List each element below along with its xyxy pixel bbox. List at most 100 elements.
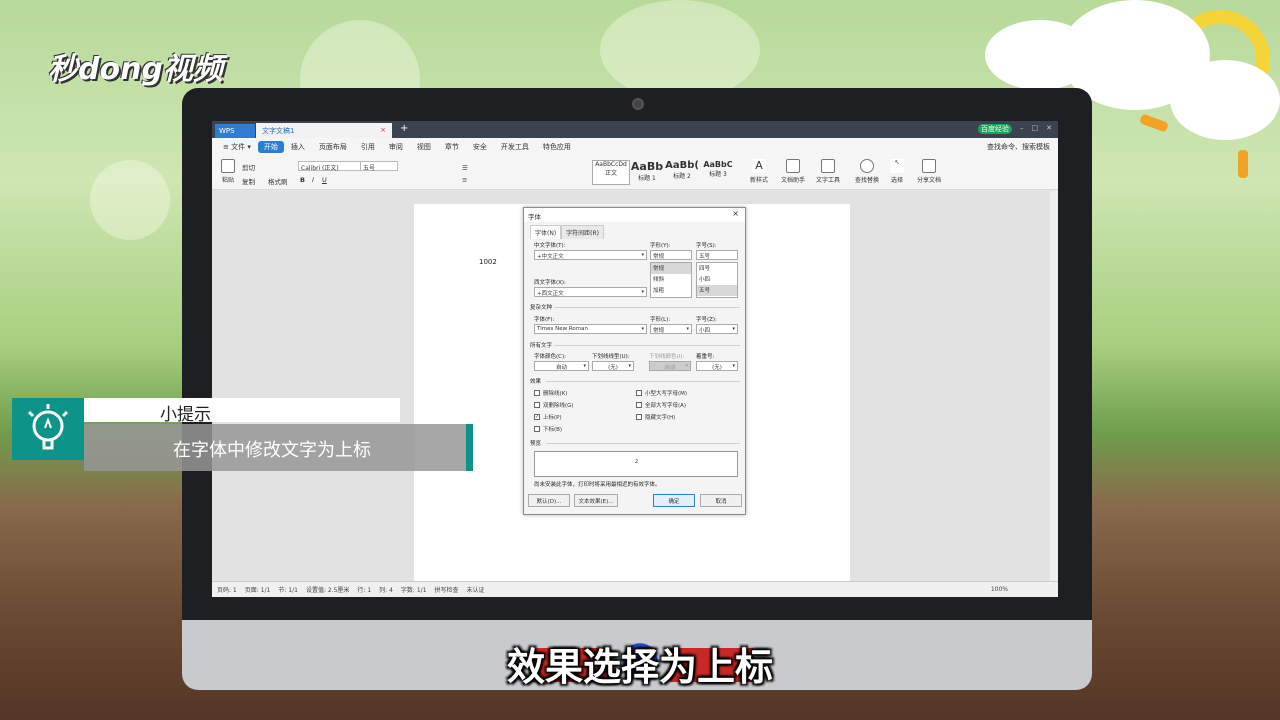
format-painter-button[interactable]: 格式刷 bbox=[268, 176, 288, 186]
italic-button[interactable]: I bbox=[312, 176, 314, 184]
menu-item-review[interactable]: 审阅 bbox=[382, 142, 410, 152]
all-text-section-title: 所有文字 bbox=[530, 343, 553, 349]
checkbox-box bbox=[636, 414, 642, 420]
list-item[interactable]: 小四 bbox=[697, 274, 737, 285]
chevron-down-icon: ▾ bbox=[641, 289, 644, 295]
text-effects-button[interactable]: 文本效果(E)... bbox=[574, 494, 618, 507]
menu-item-view[interactable]: 视图 bbox=[410, 142, 438, 152]
list-item[interactable]: 倾斜 bbox=[651, 274, 691, 285]
checkbox-superscript[interactable]: ✓ 上标(P) bbox=[534, 413, 562, 421]
default-button[interactable]: 默认(D)... bbox=[528, 494, 570, 507]
checkbox-label: 小型大写字母(M) bbox=[645, 391, 688, 397]
underline-button[interactable]: U bbox=[322, 176, 327, 184]
west-font-select[interactable]: +西文正文 ▾ bbox=[534, 287, 647, 297]
select-button[interactable]: ↖ 选择 bbox=[886, 159, 908, 184]
new-style-icon: A bbox=[752, 159, 766, 173]
list-item[interactable]: 加粗 bbox=[651, 285, 691, 296]
close-window-icon[interactable]: ✕ bbox=[1046, 124, 1052, 134]
status-spellcheck[interactable]: 拼写检查 bbox=[435, 585, 459, 594]
checkbox-box bbox=[636, 390, 642, 396]
menu-item-chapter[interactable]: 章节 bbox=[438, 142, 466, 152]
tab-document-label: 文字文稿1 bbox=[262, 127, 295, 135]
menu-item-insert[interactable]: 插入 bbox=[284, 142, 312, 152]
checkbox-label: 全部大写字母(A) bbox=[645, 403, 687, 409]
list-icon[interactable]: ☰ bbox=[462, 164, 468, 172]
emphasis-label: 着重号: bbox=[696, 354, 715, 360]
tab-document[interactable]: 文字文稿1 × bbox=[256, 123, 392, 138]
checkbox-subscript[interactable]: 下标(B) bbox=[534, 425, 562, 433]
style-label: 标题 1 bbox=[638, 175, 656, 182]
tab-char-spacing[interactable]: 字符间距(R) bbox=[561, 225, 605, 239]
style-normal[interactable]: AaBbCcDd 正文 bbox=[592, 160, 630, 185]
copy-button[interactable]: 复制 bbox=[242, 176, 255, 186]
size-list[interactable]: 四号 小四 五号 bbox=[696, 262, 738, 298]
list-item[interactable]: 五号 bbox=[697, 285, 737, 296]
style-heading2[interactable]: AaBb(标题 2 bbox=[664, 160, 700, 185]
menu-item-file[interactable]: ≡ 文件 ▾ bbox=[216, 142, 258, 152]
document-text[interactable]: 1002 bbox=[479, 258, 497, 266]
color-select[interactable]: 自动 ▾ bbox=[534, 361, 589, 371]
menu-item-layout[interactable]: 页面布局 bbox=[312, 142, 354, 152]
status-certification[interactable]: 未认证 bbox=[467, 585, 485, 594]
find-replace-button[interactable]: 查找替换 bbox=[852, 159, 882, 184]
status-words[interactable]: 字数: 1/1 bbox=[401, 585, 427, 594]
font-size-select[interactable]: 五号 bbox=[360, 161, 398, 172]
style-heading1[interactable]: AaBb 标题 1 bbox=[630, 160, 664, 185]
cut-button[interactable]: 剪切 bbox=[242, 162, 255, 172]
size-input[interactable]: 五号 bbox=[696, 250, 738, 260]
new-style-button[interactable]: A 新样式 bbox=[746, 159, 772, 184]
minimize-icon[interactable]: – bbox=[1020, 124, 1024, 134]
new-tab-button[interactable]: + bbox=[400, 123, 408, 134]
checkbox-all-caps[interactable]: 全部大写字母(A) bbox=[636, 401, 686, 409]
paste-button[interactable]: 粘贴 bbox=[218, 159, 238, 184]
zoom-level[interactable]: 100% bbox=[991, 586, 1058, 593]
checkbox-label: 删除线(K) bbox=[543, 391, 568, 397]
cancel-button[interactable]: 取消 bbox=[700, 494, 742, 507]
maximize-icon[interactable]: □ bbox=[1032, 124, 1039, 134]
doc-helper-button[interactable]: 文档助手 bbox=[778, 159, 808, 184]
bold-button[interactable]: B bbox=[300, 176, 305, 184]
font-name-select[interactable]: Calibri (正文) bbox=[298, 161, 368, 172]
vertical-scrollbar[interactable] bbox=[1050, 191, 1058, 581]
style-heading3[interactable]: AaBbC 标题 3 bbox=[700, 160, 736, 185]
lightbulb-icon bbox=[12, 398, 84, 460]
share-icon bbox=[922, 159, 936, 173]
underline-select[interactable]: (无) ▾ bbox=[592, 361, 634, 371]
chevron-down-icon: ▾ bbox=[732, 326, 735, 332]
share-button[interactable]: 分享文档 bbox=[914, 159, 944, 184]
style-input[interactable]: 常规 bbox=[650, 250, 692, 260]
checkbox-double-strikethrough[interactable]: 双删除线(G) bbox=[534, 401, 574, 409]
menu-item-reference[interactable]: 引用 bbox=[354, 142, 382, 152]
effects-section-title: 效果 bbox=[530, 379, 542, 385]
sun-ray bbox=[1238, 150, 1248, 178]
checkbox-strikethrough[interactable]: 删除线(K) bbox=[534, 389, 567, 397]
command-search[interactable]: 查找命令、搜索模板 bbox=[980, 142, 1058, 152]
checkbox-small-caps[interactable]: 小型大写字母(M) bbox=[636, 389, 687, 397]
underline-color-label: 下划线颜色(I): bbox=[649, 354, 685, 360]
tab-font[interactable]: 字体(N) bbox=[530, 225, 562, 239]
menu-item-security[interactable]: 安全 bbox=[466, 142, 494, 152]
divider bbox=[554, 307, 740, 308]
complex-size-select[interactable]: 小四 ▾ bbox=[696, 324, 738, 334]
menu-item-devtools[interactable]: 开发工具 bbox=[494, 142, 536, 152]
complex-style-select[interactable]: 常规 ▾ bbox=[650, 324, 692, 334]
cn-font-select[interactable]: +中文正文 ▾ bbox=[534, 250, 647, 260]
list-item[interactable]: 常规 bbox=[651, 263, 691, 274]
dialog-close-icon[interactable]: × bbox=[732, 209, 739, 218]
close-tab-icon[interactable]: × bbox=[380, 126, 386, 134]
login-badge[interactable]: 百度经验 bbox=[978, 124, 1012, 134]
cn-font-label: 中文字体(T): bbox=[534, 243, 566, 249]
emphasis-select[interactable]: (无) ▾ bbox=[696, 361, 738, 371]
style-list[interactable]: 常规 倾斜 加粗 bbox=[650, 262, 692, 298]
menu-item-home[interactable]: 开始 bbox=[257, 141, 284, 153]
complex-font-select[interactable]: Times New Roman ▾ bbox=[534, 324, 647, 334]
checkbox-hidden[interactable]: 隐藏文字(H) bbox=[636, 413, 675, 421]
menu-item-features[interactable]: 特色应用 bbox=[536, 142, 578, 152]
wrench-icon bbox=[821, 159, 835, 173]
tab-wps[interactable]: WPS bbox=[215, 124, 255, 138]
list-item[interactable]: 四号 bbox=[697, 263, 737, 274]
size-label: 字号(S): bbox=[696, 243, 717, 249]
ok-button[interactable]: 确定 bbox=[653, 494, 695, 507]
text-tools-button[interactable]: 文字工具 bbox=[812, 159, 844, 184]
align-icon[interactable]: ≡ bbox=[462, 176, 467, 184]
